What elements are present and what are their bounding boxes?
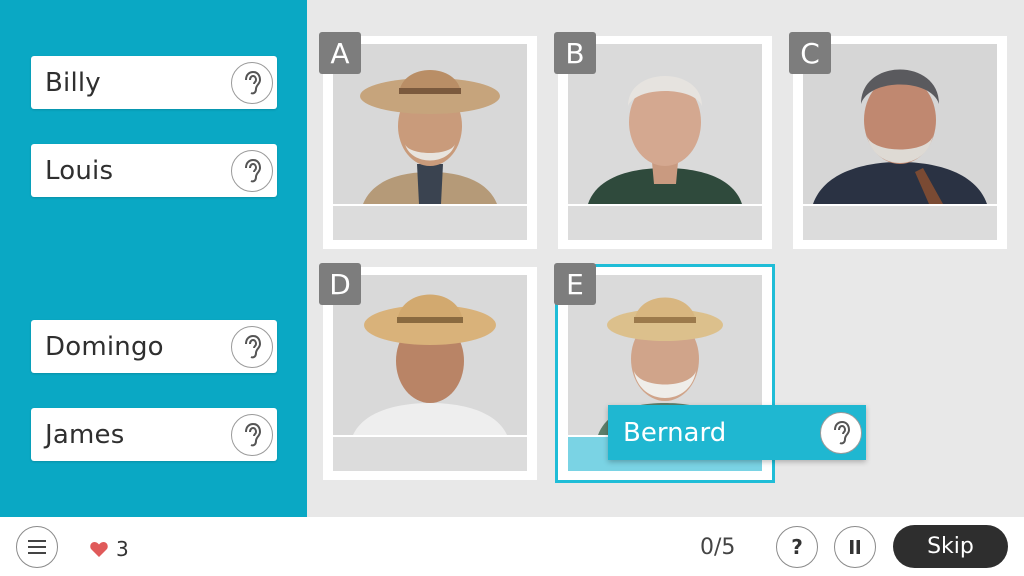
name-drop-slot[interactable] xyxy=(333,437,527,471)
pause-icon xyxy=(850,540,860,554)
ear-icon[interactable] xyxy=(231,325,273,368)
card-letter: D xyxy=(319,263,361,305)
menu-button[interactable] xyxy=(16,526,58,568)
card-letter: A xyxy=(319,32,361,74)
pause-button[interactable] xyxy=(834,526,876,568)
card-letter: C xyxy=(789,32,831,74)
name-label: Domingo xyxy=(45,331,164,362)
lives-count: 3 xyxy=(116,537,129,561)
portrait-photo xyxy=(803,44,997,204)
name-chip-domingo[interactable]: Domingo xyxy=(31,320,277,373)
name-label: James xyxy=(45,419,125,450)
portrait-photo xyxy=(333,275,527,435)
name-chip-billy[interactable]: Billy xyxy=(31,56,277,109)
ear-icon[interactable] xyxy=(820,411,862,454)
bottom-toolbar: 3 0/5 ? Skip xyxy=(0,517,1024,576)
name-list-panel: Billy Louis Domingo James xyxy=(0,0,307,517)
portrait-photo xyxy=(333,44,527,204)
name-label: Bernard xyxy=(623,417,727,448)
heart-icon xyxy=(90,542,108,557)
dragged-name-chip-bernard[interactable]: Bernard xyxy=(608,405,866,460)
photo-card-a[interactable]: A xyxy=(319,32,537,249)
photo-card-b[interactable]: B xyxy=(554,32,772,249)
ear-icon[interactable] xyxy=(231,61,273,104)
progress-counter: 0/5 xyxy=(700,535,736,560)
help-icon: ? xyxy=(791,535,803,559)
photo-card-c[interactable]: C xyxy=(789,32,1007,249)
name-chip-louis[interactable]: Louis xyxy=(31,144,277,197)
name-chip-james[interactable]: James xyxy=(31,408,277,461)
name-label: Louis xyxy=(45,155,114,186)
name-drop-slot[interactable] xyxy=(568,206,762,240)
name-label: Billy xyxy=(45,67,101,98)
ear-icon[interactable] xyxy=(231,149,273,192)
skip-button[interactable]: Skip xyxy=(893,525,1008,568)
ear-icon[interactable] xyxy=(231,413,273,456)
name-drop-slot[interactable] xyxy=(333,206,527,240)
name-drop-slot[interactable] xyxy=(803,206,997,240)
lives-counter: 3 xyxy=(90,537,129,561)
hamburger-menu-icon xyxy=(28,540,46,554)
portrait-photo xyxy=(568,44,762,204)
card-letter: B xyxy=(554,32,596,74)
photo-card-d[interactable]: D xyxy=(319,263,537,480)
card-letter: E xyxy=(554,263,596,305)
help-button[interactable]: ? xyxy=(776,526,818,568)
